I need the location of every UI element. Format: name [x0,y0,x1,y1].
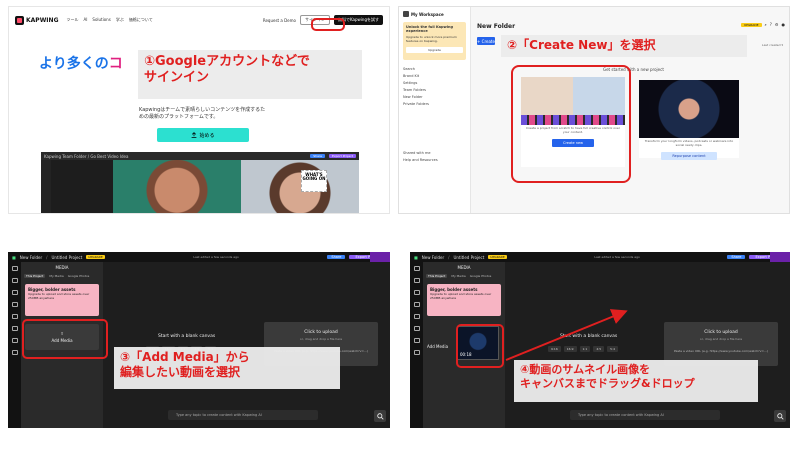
upgrade-badge[interactable]: UPGRADE [86,255,105,259]
nav-link-learn[interactable]: 学ぶ [116,17,124,23]
sidebar-item-settings[interactable]: Settings [403,80,466,87]
workspace-name: My Workspace [411,11,444,17]
step1-panel: KAPWING ツール AI Solutions 学ぶ 価格について Reque… [8,6,390,214]
repurpose-card[interactable]: Transform your longform videos, podcasts… [639,80,739,160]
upgrade-badge[interactable]: UPGRADE [740,22,762,27]
nav-link-solutions[interactable]: Solutions [92,17,110,23]
repurpose-description: Transform your longform videos, podcasts… [644,139,734,147]
promo-title: Unlock the full Kapwing experience [406,25,453,33]
nav-links: ツール AI Solutions 学ぶ 価格について [67,17,153,23]
editor-share-button[interactable]: Share [310,154,325,158]
sort-dropdown[interactable]: Last created ▾ [762,43,783,47]
elements-icon[interactable] [11,338,18,343]
workspace-sidebar: My Workspace Unlock the full Kapwing exp… [399,7,471,213]
sidebar-item-shared[interactable]: Shared with me [403,150,466,157]
tool-rail [8,262,21,428]
top-right-actions: UPGRADE ⌕ ? ⚙ ● [740,22,786,27]
promo-upgrade-button[interactable]: Upgrade [406,47,463,53]
logo-icon[interactable]: ■ [12,255,16,260]
ai-prompt-input[interactable]: Type any topic to create content with Ka… [168,410,318,420]
images-icon[interactable] [11,326,18,331]
search-icon [376,412,384,420]
videos-icon[interactable] [11,302,18,307]
presenter-woman-image [241,160,359,213]
editor-sidebar [41,160,51,213]
upload-subtitle: or, drag and drop a file here [299,337,343,341]
saved-status: Last edited a few seconds ago [193,255,239,259]
editor-export-button[interactable]: Export Project [328,154,356,158]
folder-breadcrumb[interactable]: New Folder [20,255,42,260]
sidebar-item-brand-kit[interactable]: Brand Kit [403,73,466,80]
whats-going-on-sticker[interactable]: WHAT'S GOING ON [301,170,327,192]
kapwing-logo[interactable]: KAPWING [15,15,59,25]
avatar[interactable]: ● [782,22,786,27]
step4-panel: ■ New Folder / Untitled Project UPGRADE … [410,252,790,428]
upgrade-promo: Bigger, bolder assets Upgrade to upload … [25,284,99,316]
subtitles-icon[interactable] [11,278,18,283]
editor-title: Kapwing Team Folder / Go Best Video Idea [44,153,129,159]
repurpose-thumbnail [639,80,739,138]
editor-topbar: ■ New Folder / Untitled Project UPGRADE … [8,252,390,262]
hero-heading: より多くのコ [39,53,123,73]
logo-text: KAPWING [26,16,59,24]
tab-this-project[interactable]: This Project [24,274,46,278]
hero-prefix: より多くの [39,56,109,72]
hero-suffix: コ [108,56,123,72]
project-name[interactable]: Untitled Project [52,255,83,260]
sidebar-item-help[interactable]: Help and Resources [403,157,466,164]
tab-google-photos[interactable]: Google Photos [68,274,90,278]
step4-callout: ④動画のサムネイル画像を キャンバスまでドラッグ&ドロップ [514,360,758,402]
share-button[interactable]: Share [327,255,346,259]
search-button[interactable] [374,410,386,422]
step3-callout: ③「Add Media」から 編集したい動画を選択 [114,347,340,389]
upload-title: Click to upload [304,330,338,335]
nav-link-tools[interactable]: ツール [67,17,79,23]
kapwing-logo-icon [15,15,24,25]
media-icon[interactable] [11,266,18,271]
media-tabs: This Project My Media Google Photos [21,270,103,282]
step2-callout: ②「Create New」を選択 [501,35,747,57]
upload-icon [192,132,197,138]
presenter-man-image [113,160,241,213]
sidebar-item-search[interactable]: Search [403,66,466,73]
nav-link-ai[interactable]: AI [84,17,88,23]
signin-highlight [311,18,345,31]
text-icon[interactable] [11,290,18,295]
sidebar-section-private-folders: Private Folders [403,102,429,106]
avatar[interactable] [370,252,390,262]
step1-callout: ①Googleアカウントなどで サインイン [138,50,362,99]
step2-panel: My Workspace Unlock the full Kapwing exp… [398,6,790,214]
help-icon[interactable]: ? [770,22,772,27]
promo-body: Upgrade to unlock more premium features … [406,35,457,43]
workspace-switcher[interactable]: My Workspace [403,11,466,17]
nav-link-pricing[interactable]: 価格について [129,17,153,23]
upgrade-promo: Unlock the full Kapwing experience Upgra… [403,22,466,60]
folder-title: New Folder [477,23,516,30]
editor-preview: Kapwing Team Folder / Go Best Video Idea… [41,152,359,213]
get-started-button[interactable]: 始める [157,128,249,142]
get-started-label: 始める [199,132,215,139]
sidebar-section-team-folders: Team Folders [403,88,427,92]
request-demo-link[interactable]: Request a Demo [263,18,296,23]
layers-icon[interactable] [11,350,18,355]
step3-panel: ■ New Folder / Untitled Project UPGRADE … [8,252,390,428]
editor-topbar: Kapwing Team Folder / Go Best Video Idea… [41,152,359,160]
create-button[interactable]: + Create [477,37,495,45]
sidebar-item-new-folder[interactable]: New Folder [403,94,466,101]
sidebar-menu: Search Brand Kit Settings Team Folders N… [403,66,466,164]
search-icon[interactable]: ⌕ [765,22,767,27]
blank-canvas-label: Start with a blank canvas [158,334,216,339]
hero-description: Kapwingはチームで素晴らしいコンテンツを作成するための最新のプラットフォー… [139,107,266,120]
tutorial-collage: KAPWING ツール AI Solutions 学ぶ 価格について Reque… [0,0,800,450]
gear-icon[interactable]: ⚙ [775,22,779,27]
add-media-highlight [22,319,108,359]
workspace-icon [403,11,409,17]
audio-icon[interactable] [11,314,18,319]
promo-body: Upgrade to upload and store assets over … [28,292,90,300]
create-new-highlight [511,65,631,183]
repurpose-button[interactable]: Repurpose content [661,151,717,160]
tab-my-media[interactable]: My Media [49,274,63,278]
